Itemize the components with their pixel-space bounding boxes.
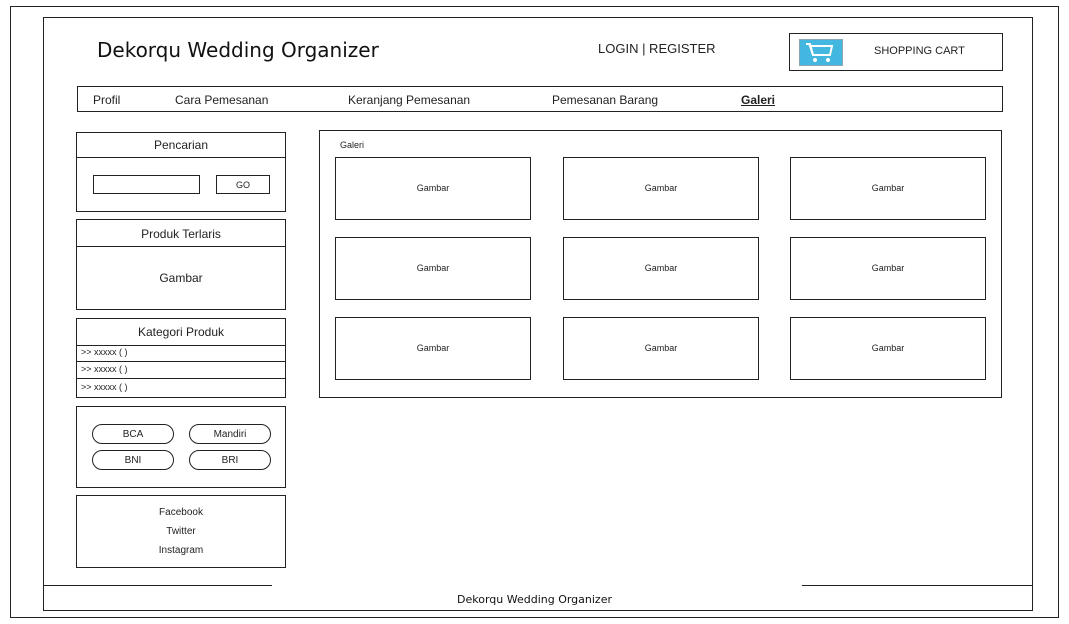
main-nav: Profil Cara Pemesanan Keranjang Pemesana… [77,86,1003,112]
gallery-image[interactable]: Gambar [790,157,986,220]
bank-bca-button[interactable]: BCA [92,424,174,444]
category-divider [77,361,285,362]
search-panel-title: Pencarian [153,138,209,152]
social-link-facebook[interactable]: Facebook [77,507,285,518]
nav-item-galeri[interactable]: Galeri [741,93,775,107]
category-item[interactable]: >> xxxxx ( ) [81,347,128,357]
gallery-image[interactable]: Gambar [335,237,531,300]
gallery-panel: Galeri Gambar Gambar Gambar Gambar Gamba… [319,130,1002,398]
search-go-button[interactable]: GO [216,175,270,194]
best-seller-divider [77,246,285,247]
shopping-cart-label: SHOPPING CART [874,45,965,57]
shopping-cart-icon [799,39,843,66]
footer-label-background [272,585,802,588]
login-register-link[interactable]: LOGIN | REGISTER [598,41,716,56]
category-item[interactable]: >> xxxxx ( ) [81,364,128,374]
gallery-image[interactable]: Gambar [335,157,531,220]
category-item[interactable]: >> xxxxx ( ) [81,382,128,392]
social-link-twitter[interactable]: Twitter [77,526,285,537]
search-panel-body: GO [77,157,285,211]
nav-item-pemesanan-barang[interactable]: Pemesanan Barang [552,93,658,107]
social-panel: Facebook Twitter Instagram [76,495,286,568]
best-seller-image-placeholder[interactable]: Gambar [77,271,285,285]
shopping-cart-button[interactable]: SHOPPING CART [789,33,1003,71]
social-link-instagram[interactable]: Instagram [77,545,285,556]
bank-panel: BCA Mandiri BNI BRI [76,406,286,488]
gallery-image[interactable]: Gambar [790,237,986,300]
nav-item-cara-pemesanan[interactable]: Cara Pemesanan [175,93,268,107]
best-seller-panel: Produk Terlaris Gambar [76,219,286,310]
gallery-title: Galeri [340,140,365,150]
bank-bri-button[interactable]: BRI [189,450,271,470]
category-divider [77,345,285,346]
gallery-image[interactable]: Gambar [563,157,759,220]
nav-item-profil[interactable]: Profil [93,93,120,107]
category-panel: Kategori Produk >> xxxxx ( ) >> xxxxx ( … [76,318,286,398]
footer-text: Dekorqu Wedding Organizer [457,593,612,606]
gallery-image[interactable]: Gambar [335,317,531,380]
best-seller-title: Produk Terlaris [141,227,221,241]
category-divider [77,378,285,379]
gallery-image[interactable]: Gambar [563,237,759,300]
gallery-image[interactable]: Gambar [563,317,759,380]
search-panel: Pencarian GO [76,132,286,212]
bank-bni-button[interactable]: BNI [92,450,174,470]
gallery-image[interactable]: Gambar [790,317,986,380]
bank-mandiri-button[interactable]: Mandiri [189,424,271,444]
search-input[interactable] [93,175,200,194]
nav-item-keranjang-pemesanan[interactable]: Keranjang Pemesanan [348,93,470,107]
category-panel-title: Kategori Produk [137,325,225,339]
site-title: Dekorqu Wedding Organizer [97,38,379,62]
